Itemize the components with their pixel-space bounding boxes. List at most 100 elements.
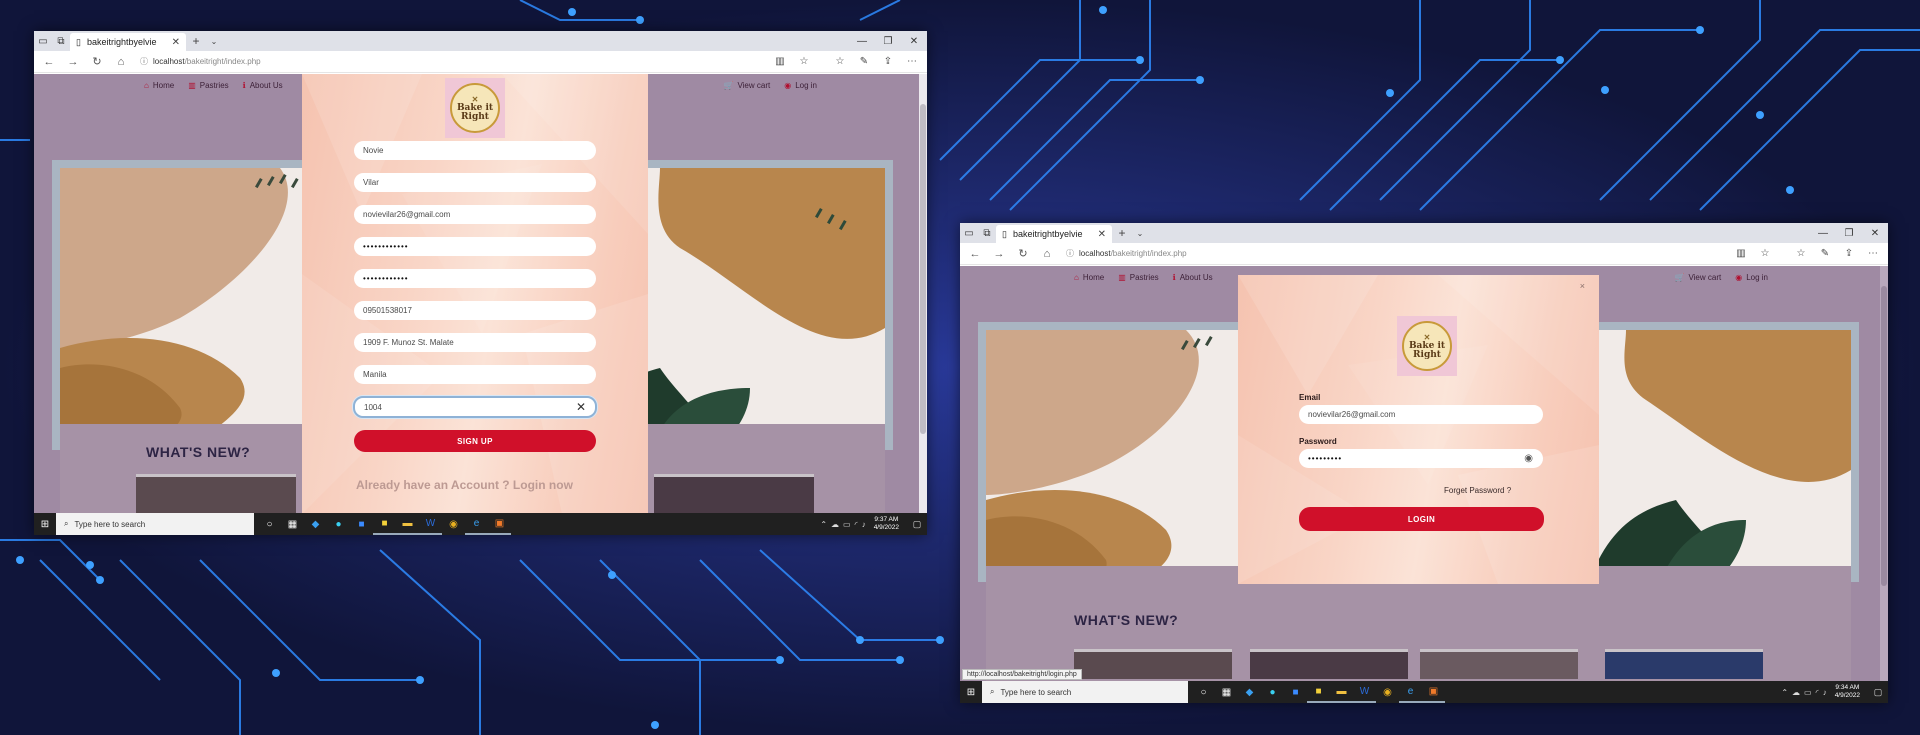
tray-chevron-icon[interactable]: ⌃: [1781, 688, 1788, 697]
tray-chevron-icon[interactable]: ⌃: [820, 520, 827, 529]
close-modal-icon[interactable]: ×: [1580, 281, 1585, 291]
product-thumbnail[interactable]: [1074, 649, 1232, 679]
sticky-notes-icon[interactable]: ■: [1307, 681, 1330, 703]
browser-tab[interactable]: ▯ bakeitrightbyelvie ✕: [996, 225, 1112, 243]
notification-icon[interactable]: ▢: [1868, 681, 1888, 703]
tab-actions-icon[interactable]: ▭: [960, 223, 978, 243]
word-icon[interactable]: W: [419, 513, 442, 535]
nav-about-link[interactable]: ℹ About Us: [243, 81, 283, 90]
taskbar-search-box[interactable]: ⌕ Type here to search: [982, 681, 1188, 703]
onedrive-icon[interactable]: ☁: [831, 520, 839, 529]
wifi-icon[interactable]: ◜: [1816, 688, 1819, 697]
nav-login-link[interactable]: ◉ Log in: [784, 81, 817, 90]
minimize-button[interactable]: —: [1810, 223, 1836, 243]
maximize-button[interactable]: ❐: [875, 31, 901, 51]
back-icon[interactable]: ←: [38, 53, 60, 71]
sticky-notes-icon[interactable]: ■: [373, 513, 396, 535]
windows-start-icon[interactable]: ⊞: [34, 513, 56, 535]
home-icon[interactable]: ⌂: [1036, 245, 1058, 263]
close-tab-icon[interactable]: ✕: [1098, 229, 1106, 240]
vscode-icon[interactable]: ◆: [304, 513, 327, 535]
scrollbar-thumb[interactable]: [1881, 286, 1887, 586]
product-thumbnail[interactable]: [1250, 649, 1408, 679]
phone-field[interactable]: 09501538017: [354, 301, 596, 320]
email-field[interactable]: novievilar26@gmail.com: [354, 205, 596, 224]
email-field[interactable]: novievilar26@gmail.com: [1299, 405, 1543, 424]
task-view-icon[interactable]: ▦: [1215, 681, 1238, 703]
tab-list-icon[interactable]: ⌄: [206, 31, 222, 51]
close-window-button[interactable]: ✕: [1862, 223, 1888, 243]
nav-about-link[interactable]: ℹ About Us: [1173, 273, 1213, 282]
product-thumbnail[interactable]: [1420, 649, 1578, 679]
reading-view-icon[interactable]: ▥: [769, 53, 791, 71]
password-field[interactable]: ••••••••••••: [354, 237, 596, 256]
app-circle-icon[interactable]: ●: [1261, 681, 1284, 703]
file-explorer-icon[interactable]: ▬: [1330, 681, 1353, 703]
set-aside-tabs-icon[interactable]: ⧉: [978, 223, 996, 243]
taskbar-clock[interactable]: 9:34 AM 4/9/2022: [1831, 684, 1864, 700]
reading-view-icon[interactable]: ▥: [1730, 245, 1752, 263]
favorite-star-icon[interactable]: ☆: [1754, 245, 1776, 263]
zoom-icon[interactable]: ■: [1284, 681, 1307, 703]
cortana-icon[interactable]: ○: [1192, 681, 1215, 703]
clear-input-icon[interactable]: ✕: [576, 400, 586, 414]
nav-cart-link[interactable]: 🛒 View cart: [723, 81, 770, 90]
task-view-icon[interactable]: ▦: [281, 513, 304, 535]
share-icon[interactable]: ⇪: [1838, 245, 1860, 263]
more-icon[interactable]: ⋯: [1862, 245, 1884, 263]
home-icon[interactable]: ⌂: [110, 53, 132, 71]
product-thumbnail[interactable]: [1605, 649, 1763, 679]
notes-icon[interactable]: ✎: [853, 53, 875, 71]
product-thumbnail[interactable]: [654, 474, 814, 513]
favorite-star-icon[interactable]: ☆: [793, 53, 815, 71]
share-icon[interactable]: ⇪: [877, 53, 899, 71]
notes-icon[interactable]: ✎: [1814, 245, 1836, 263]
cortana-icon[interactable]: ○: [258, 513, 281, 535]
notification-icon[interactable]: ▢: [907, 513, 927, 535]
refresh-icon[interactable]: ↻: [86, 53, 108, 71]
close-tab-icon[interactable]: ✕: [172, 37, 180, 48]
xampp-icon[interactable]: ▣: [488, 513, 511, 535]
page-scrollbar[interactable]: [919, 74, 927, 513]
nav-home-link[interactable]: ⌂ Home: [1074, 273, 1104, 282]
chrome-icon[interactable]: ◉: [442, 513, 465, 535]
set-aside-tabs-icon[interactable]: ⧉: [52, 31, 70, 51]
wifi-icon[interactable]: ◜: [855, 520, 858, 529]
battery-icon[interactable]: ▭: [843, 520, 851, 529]
address-field[interactable]: 1909 F. Munoz St. Malate: [354, 333, 596, 352]
new-tab-button[interactable]: +: [186, 31, 206, 51]
volume-icon[interactable]: ♪: [862, 520, 866, 529]
login-now-link[interactable]: Already have an Account ? Login now: [356, 478, 573, 492]
nav-home-link[interactable]: ⌂ Home: [144, 81, 174, 90]
url-field[interactable]: ⓘ localhost/bakeitright/index.php: [134, 54, 767, 70]
word-icon[interactable]: W: [1353, 681, 1376, 703]
new-tab-button[interactable]: +: [1112, 223, 1132, 243]
chrome-icon[interactable]: ◉: [1376, 681, 1399, 703]
windows-start-icon[interactable]: ⊞: [960, 681, 982, 703]
vscode-icon[interactable]: ◆: [1238, 681, 1261, 703]
refresh-icon[interactable]: ↻: [1012, 245, 1034, 263]
taskbar-search-box[interactable]: ⌕ Type here to search: [56, 513, 254, 535]
scrollbar-thumb[interactable]: [920, 104, 926, 434]
forgot-password-link[interactable]: Forget Password ?: [1444, 486, 1511, 495]
confirm-password-field[interactable]: ••••••••••••: [354, 269, 596, 288]
last-name-field[interactable]: Vilar: [354, 173, 596, 192]
file-explorer-icon[interactable]: ▬: [396, 513, 419, 535]
browser-tab[interactable]: ▯ bakeitrightbyelvie ✕: [70, 33, 186, 51]
taskbar-clock[interactable]: 9:37 AM 4/9/2022: [870, 516, 903, 532]
nav-cart-link[interactable]: 🛒 View cart: [1674, 273, 1721, 282]
more-icon[interactable]: ⋯: [901, 53, 923, 71]
favorites-icon[interactable]: ☆: [1790, 245, 1812, 263]
product-thumbnail[interactable]: [136, 474, 296, 513]
login-button[interactable]: LOGIN: [1299, 507, 1544, 531]
url-field[interactable]: ⓘ localhost/bakeitright/index.php: [1060, 246, 1728, 262]
city-field[interactable]: Manila: [354, 365, 596, 384]
tab-actions-icon[interactable]: ▭: [34, 31, 52, 51]
first-name-field[interactable]: Novie: [354, 141, 596, 160]
page-scrollbar[interactable]: [1880, 266, 1888, 681]
volume-icon[interactable]: ♪: [1823, 688, 1827, 697]
signup-button[interactable]: SIGN UP: [354, 430, 596, 452]
maximize-button[interactable]: ❐: [1836, 223, 1862, 243]
nav-pastries-link[interactable]: ▥ Pastries: [188, 81, 228, 90]
favorites-icon[interactable]: ☆: [829, 53, 851, 71]
